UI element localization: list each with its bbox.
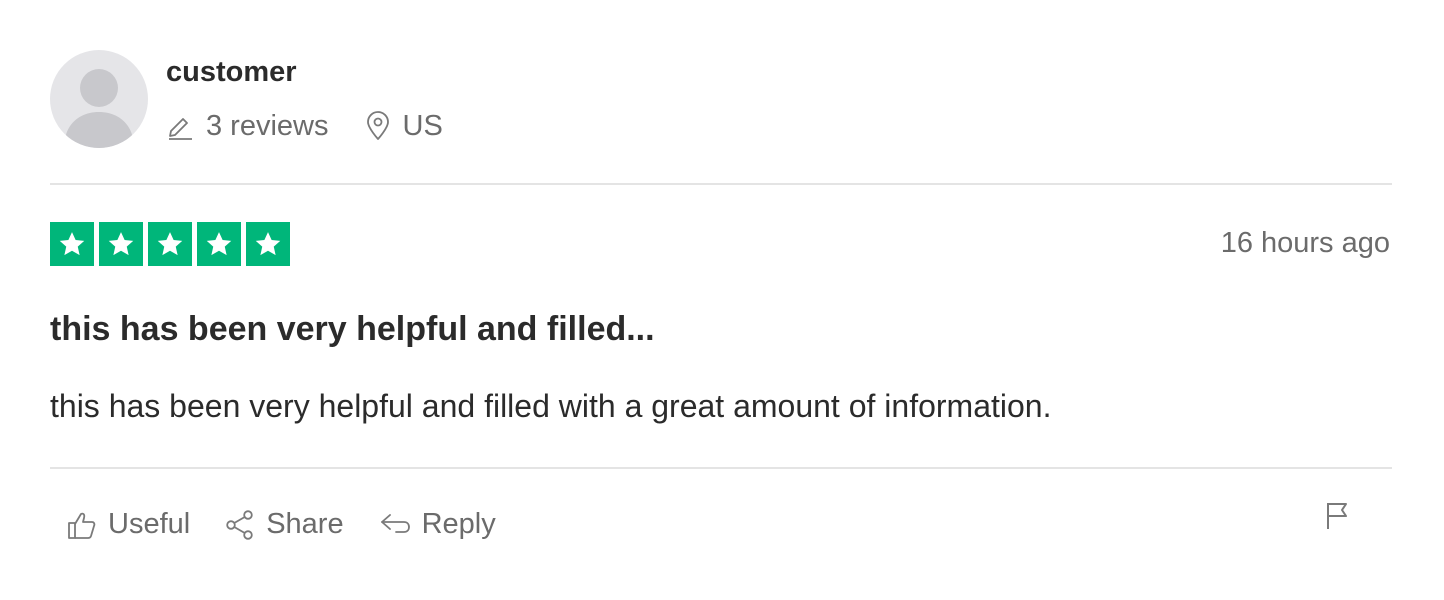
star-icon: [99, 222, 143, 266]
share-icon: [226, 509, 253, 540]
useful-label: Useful: [108, 508, 191, 540]
reviewer-name[interactable]: customer: [166, 56, 297, 89]
reply-label: Reply: [421, 508, 496, 540]
review-card: customer 3 reviews US 16 hours ago this …: [0, 0, 1444, 600]
location-pin-icon: [366, 111, 389, 140]
divider: [50, 467, 1392, 469]
review-date: 16 hours ago: [1220, 227, 1390, 259]
reviewer-meta: 3 reviews US: [166, 108, 443, 144]
reply-icon: [380, 513, 410, 533]
star-icon: [246, 222, 290, 266]
pencil-icon: [169, 118, 192, 140]
star-rating: [50, 222, 290, 266]
useful-button[interactable]: Useful: [66, 508, 190, 541]
review-body: this has been very helpful and filled wi…: [50, 388, 1052, 424]
flag-icon: [1327, 503, 1347, 529]
review-actions: Useful Share Reply: [66, 508, 496, 541]
share-button[interactable]: Share: [224, 508, 344, 541]
thumbs-up-icon: [68, 512, 96, 539]
star-icon: [197, 222, 241, 266]
avatar[interactable]: [50, 50, 148, 148]
reply-button[interactable]: Reply: [378, 508, 496, 541]
report-flag-button[interactable]: [1324, 500, 1352, 537]
review-title[interactable]: this has been very helpful and filled...: [50, 310, 655, 349]
reviewer-location: US: [365, 110, 443, 143]
share-label: Share: [266, 508, 344, 540]
review-count: 3 reviews: [166, 110, 329, 143]
person-silhouette-icon: [64, 69, 134, 148]
review-count-label: 3 reviews: [206, 109, 329, 142]
country-label: US: [402, 109, 443, 142]
star-icon: [50, 222, 94, 266]
divider: [50, 183, 1392, 185]
star-icon: [148, 222, 192, 266]
